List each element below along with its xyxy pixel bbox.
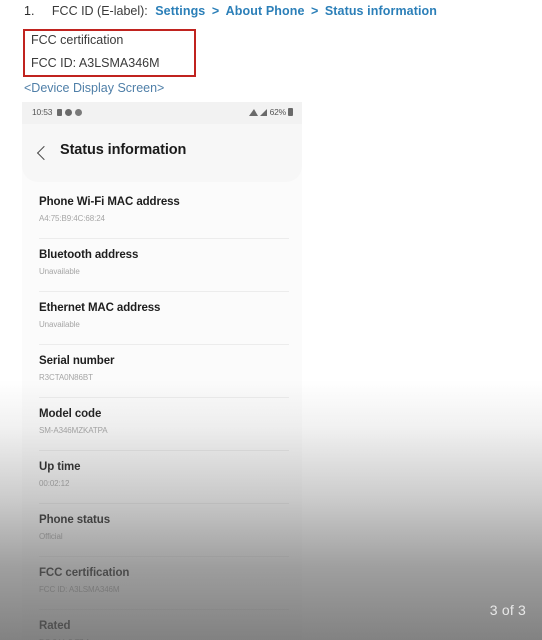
list-item-title: Model code — [39, 408, 102, 420]
status-bar-right: 62% — [248, 107, 293, 117]
list-item[interactable]: Serial number R3CTA0N86BT — [22, 345, 302, 398]
battery-icon — [288, 108, 293, 116]
list-item-value: 00:02:12 — [39, 479, 70, 488]
battery-percent-label: 62% — [269, 107, 287, 117]
list-item[interactable]: Ethernet MAC address Unavailable — [22, 292, 302, 345]
item-number: 1. — [24, 4, 35, 18]
list-item[interactable]: Model code SM-A346MZKATPA — [22, 398, 302, 451]
list-item-value: Unavailable — [39, 267, 80, 276]
sim-icon — [57, 108, 63, 116]
device-display-screen-caption: <Device Display Screen> — [24, 81, 165, 95]
list-item-title: Bluetooth address — [39, 249, 139, 261]
breadcrumb-item-settings[interactable]: Settings — [155, 4, 205, 18]
emoji-icon — [75, 108, 83, 116]
breadcrumb-separator: > — [311, 4, 319, 18]
back-chevron-icon[interactable] — [36, 145, 52, 161]
fcc-callout-title: FCC certification — [31, 33, 124, 47]
status-bar-clock: 10:53 — [32, 107, 53, 117]
list-item-value: Official — [39, 532, 63, 541]
breadcrumb-item-status-information[interactable]: Status information — [325, 4, 437, 18]
list-item[interactable]: Phone status Official — [22, 504, 302, 557]
breadcrumb-separator: > — [211, 4, 220, 18]
list-item-value: A4:75:B9:4C:68:24 — [39, 214, 105, 223]
signal-bars-icon — [259, 108, 268, 116]
list-item-value: R3CTA0N86BT — [39, 373, 93, 382]
list-item-value: Unavailable — [39, 320, 80, 329]
list-item-title: FCC certification — [39, 567, 130, 579]
list-item-value: FCC ID: A3LSMA346M — [39, 585, 120, 594]
list-item-title: Ethernet MAC address — [39, 302, 161, 314]
breadcrumb: 1. FCC ID (E-label): Settings > About Ph… — [24, 4, 437, 18]
list-item[interactable]: Rated DC 9 V; 2.77 A — [22, 610, 302, 640]
list-item-title: Serial number — [39, 355, 115, 367]
list-item[interactable]: Bluetooth address Unavailable — [22, 239, 302, 292]
phone-screenshot: 10:53 62% Status information Phone Wi-Fi… — [22, 102, 302, 640]
list-item-value: SM-A346MZKATPA — [39, 426, 108, 435]
breadcrumb-item-about-phone[interactable]: About Phone — [226, 4, 305, 18]
settings-gear-icon — [65, 108, 73, 116]
page-indicator: 3 of 3 — [489, 602, 526, 618]
app-bar: Status information — [22, 124, 302, 182]
list-item-title: Up time — [39, 461, 81, 473]
list-item-title: Phone Wi-Fi MAC address — [39, 196, 180, 208]
list-item[interactable]: Up time 00:02:12 — [22, 451, 302, 504]
wifi-icon — [248, 108, 258, 116]
status-bar-left: 10:53 — [32, 107, 83, 117]
status-information-list: Phone Wi-Fi MAC address A4:75:B9:4C:68:2… — [22, 186, 302, 640]
status-bar: 10:53 62% — [22, 102, 302, 124]
fcc-callout-id: FCC ID: A3LSMA346M — [31, 56, 160, 70]
list-item[interactable]: Phone Wi-Fi MAC address A4:75:B9:4C:68:2… — [22, 186, 302, 239]
list-item[interactable]: FCC certification FCC ID: A3LSMA346M — [22, 557, 302, 610]
item-label: FCC ID (E-label): — [51, 4, 148, 18]
page-title: Status information — [60, 142, 187, 158]
list-item-title: Phone status — [39, 514, 111, 526]
document-header: 1. FCC ID (E-label): Settings > About Ph… — [0, 0, 542, 102]
list-item-title: Rated — [39, 620, 71, 632]
